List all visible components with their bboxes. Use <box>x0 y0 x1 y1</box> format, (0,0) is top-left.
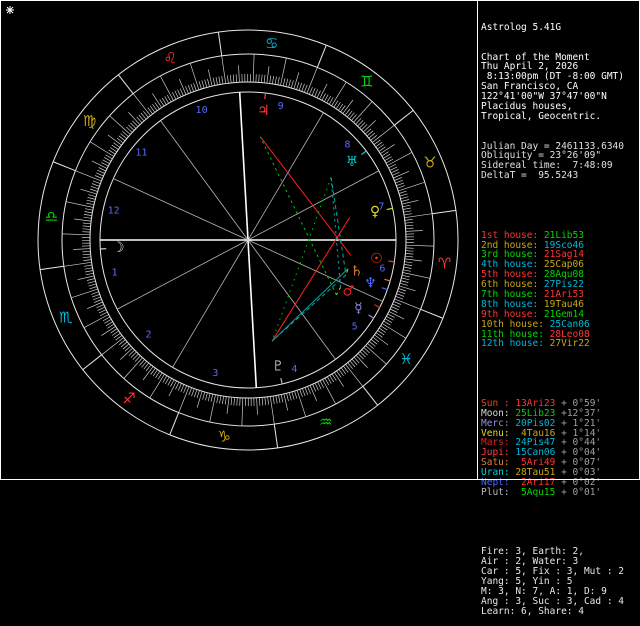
planet-row-pluto: Plut: 5Aqu15 + 0°01' <box>481 488 638 498</box>
planet-tick-saturn <box>384 279 390 281</box>
aspect-line-mercury-jupiter <box>260 137 336 295</box>
planet-tick-uranus <box>361 151 366 155</box>
planet-tick-jupiter <box>265 93 266 99</box>
house-cusp-line-4 <box>248 240 256 388</box>
sign-boundary <box>274 424 277 448</box>
planet-glyph-pluto: ♇ <box>272 358 285 374</box>
sign-glyph-sagittarius: ♐ <box>122 389 135 407</box>
house-number-8: 8 <box>345 140 351 151</box>
house-cusp-line-10 <box>240 92 248 240</box>
planet-glyph-uranus: ♅ <box>346 154 359 170</box>
sign-glyph-aquarius: ♒ <box>319 413 332 431</box>
planet-glyph-mercury: ☿ <box>354 301 363 317</box>
sign-glyph-capricorn: ♑ <box>218 428 231 446</box>
sign-boundary <box>83 355 102 370</box>
header-line-6: Tropical, Geocentric. <box>481 112 638 122</box>
house-row-12: 12th house: 27Vir22 <box>481 339 638 349</box>
sidebar-divider <box>477 0 478 480</box>
house-number-5: 5 <box>352 321 358 332</box>
planet-tick-venus <box>387 208 393 209</box>
spacer <box>481 369 638 379</box>
app-title: Astrolog 5.41G <box>481 23 638 33</box>
house-number-12: 12 <box>108 205 120 216</box>
sign-glyph-taurus: ♉ <box>423 153 436 171</box>
house-number-10: 10 <box>196 105 208 116</box>
sign-boundary <box>317 45 326 67</box>
house-cusp-line-9 <box>248 113 323 240</box>
sign-boundary <box>170 413 179 435</box>
planet-glyph-jupiter: ♃ <box>257 103 270 119</box>
calc-line-3: DeltaT = 95.5243 <box>481 171 638 181</box>
planet-tick-mercury <box>369 315 374 318</box>
planet-tick-mars <box>374 305 379 308</box>
aspect-line-uranus-pluto <box>272 177 331 341</box>
aspect-line-mercury-mars <box>336 287 340 295</box>
house-cusp-line-5 <box>248 240 336 359</box>
sign-glyph-cancer: ♋ <box>265 34 278 52</box>
sign-glyph-pisces: ♓ <box>400 350 413 368</box>
sign-boundary <box>394 110 413 125</box>
house-number-1: 1 <box>112 268 118 279</box>
aspect-line-neptune-pluto <box>272 275 346 341</box>
sidebar: Astrolog 5.41G Chart of the MomentThu Ap… <box>481 3 638 626</box>
sign-glyph-virgo: ♍ <box>83 112 96 130</box>
house-number-3: 3 <box>212 368 218 379</box>
planet-glyph-neptune: ♆ <box>364 276 377 292</box>
sign-glyph-libra: ♎ <box>45 207 58 225</box>
sign-boundary <box>432 210 456 213</box>
sign-boundary <box>118 75 133 94</box>
planet-tick-pluto <box>281 378 282 384</box>
sign-glyph-gemini: ♊ <box>360 73 373 91</box>
aspect-line-venus-pluto <box>272 218 350 341</box>
house-number-9: 9 <box>278 101 284 112</box>
sign-boundary <box>40 266 64 269</box>
house-number-4: 4 <box>291 364 297 375</box>
spacer <box>481 201 638 211</box>
sign-boundary <box>218 32 221 56</box>
sign-boundary <box>53 162 75 171</box>
sign-glyph-scorpio: ♏ <box>59 309 73 327</box>
house-number-11: 11 <box>135 148 147 159</box>
house-cusp-line-12 <box>113 179 248 240</box>
planet-glyph-moon: ☽ <box>112 240 125 256</box>
planet-glyph-sun: ☉ <box>370 251 383 267</box>
planet-tick-neptune <box>382 288 388 290</box>
chart-wheel: ♈♉♊♋♌♍♎♏♐♑♒♓123456789101112♀♅♃☽♇☿♂♆♄☉ <box>0 0 478 480</box>
planet-glyph-saturn: ♄ <box>350 263 363 279</box>
chart-calc-values: Julian Day = 2461133.6340Obliquity = 23°… <box>481 142 638 182</box>
sign-boundary <box>363 386 378 405</box>
house-cusp-line-11 <box>160 121 248 240</box>
house-cusp-list: 1st house: 21Lib532nd house: 19Sco463rd … <box>481 231 638 350</box>
planet-glyph-mars: ♂ <box>342 283 355 299</box>
chart-info-header: Chart of the MomentThu April 2, 2026 8:1… <box>481 53 638 122</box>
house-cusp-line-8 <box>248 171 379 240</box>
sign-glyph-leo: ♌ <box>164 49 177 67</box>
summary-line-6: Learn: 6, Share: 4 <box>481 607 638 617</box>
spacer <box>481 518 638 528</box>
planet-position-list: Sun : 13Ari23 + 0°59'Moon: 25Lib23 +12°3… <box>481 399 638 498</box>
aspect-line-saturn-pluto <box>272 269 348 341</box>
planet-glyph-venus: ♀ <box>370 204 380 220</box>
house-cusp-line-3 <box>173 240 248 367</box>
sign-boundary <box>421 309 443 318</box>
planet-tick-sun <box>388 261 394 262</box>
sign-glyph-aries: ♈ <box>438 255 451 273</box>
house-number-2: 2 <box>145 329 151 340</box>
house-cusp-line-2 <box>117 240 248 309</box>
element-summary: Fire: 3, Earth: 2,Air : 2, Water: 3Car :… <box>481 547 638 616</box>
